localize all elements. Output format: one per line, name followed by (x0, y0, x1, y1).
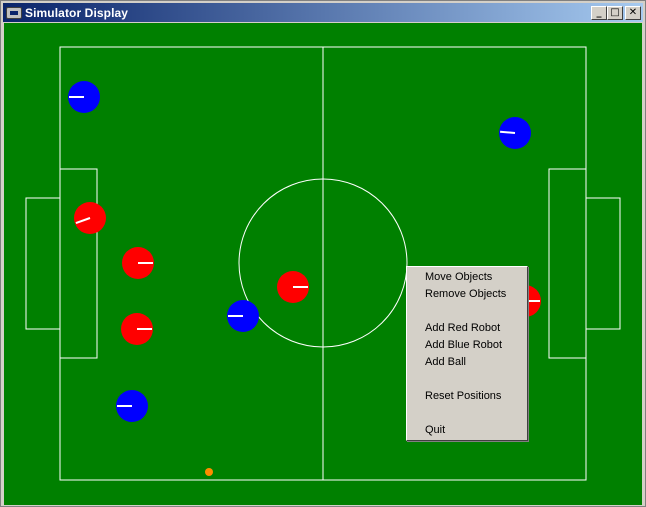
title-bar[interactable]: Simulator Display _ □ ✕ (3, 3, 643, 22)
blue-robot[interactable] (116, 390, 148, 422)
red-robot[interactable] (74, 202, 106, 234)
red-robot[interactable] (121, 313, 153, 345)
blue-robot[interactable] (227, 300, 259, 332)
menu-item-move-objects[interactable]: Move Objects (407, 269, 527, 286)
menu-spacer (407, 405, 527, 422)
menu-spacer (407, 371, 527, 388)
ball[interactable] (205, 468, 213, 476)
menu-item-quit[interactable]: Quit (407, 422, 527, 439)
menu-item-add-ball[interactable]: Add Ball (407, 354, 527, 371)
soccer-field[interactable] (4, 23, 642, 505)
menu-item-remove-objects[interactable]: Remove Objects (407, 286, 527, 303)
minimize-button[interactable]: _ (591, 6, 607, 20)
window-title: Simulator Display (25, 5, 129, 20)
red-robot[interactable] (122, 247, 154, 279)
menu-spacer (407, 303, 527, 320)
menu-item-add-red-robot[interactable]: Add Red Robot (407, 320, 527, 337)
red-robot[interactable] (277, 271, 309, 303)
menu-item-add-blue-robot[interactable]: Add Blue Robot (407, 337, 527, 354)
robot-heading-indicator (500, 130, 516, 134)
maximize-button[interactable]: □ (607, 6, 623, 20)
simulator-window: Simulator Display _ □ ✕ Move Objects Remo… (0, 0, 646, 507)
blue-robot[interactable] (68, 81, 100, 113)
blue-robot[interactable] (499, 117, 531, 149)
menu-item-reset-positions[interactable]: Reset Positions (407, 388, 527, 405)
close-button[interactable]: ✕ (625, 6, 641, 20)
app-icon[interactable] (6, 6, 22, 19)
context-menu: Move Objects Remove Objects Add Red Robot A… (406, 266, 528, 441)
